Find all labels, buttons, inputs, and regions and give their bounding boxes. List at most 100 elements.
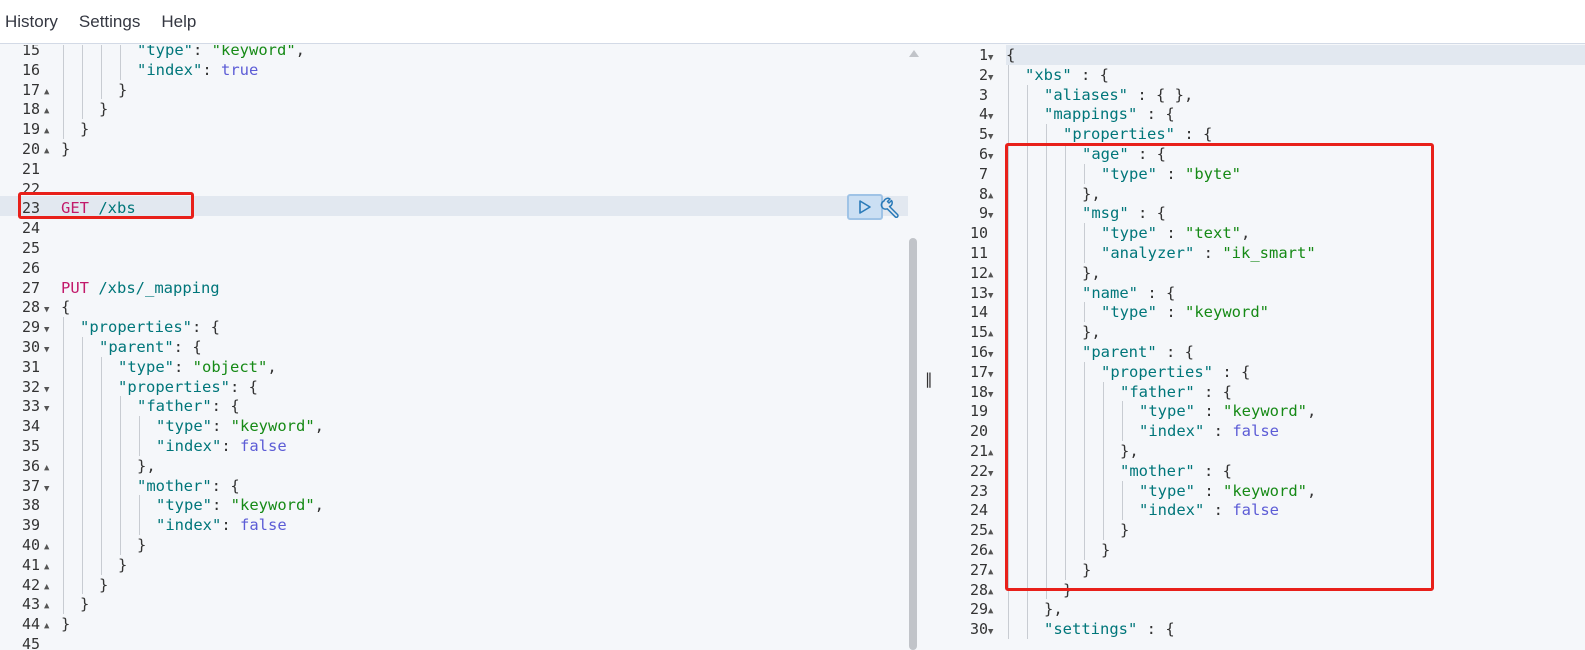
line-number: 26 (969, 541, 988, 559)
code-token: /xbs/_mapping (98, 278, 220, 297)
code-token: }, (137, 456, 156, 475)
code-text: { (1006, 45, 1015, 65)
indent-guide (139, 436, 140, 456)
line-number: 21 (969, 442, 988, 460)
indent-guide (82, 59, 83, 80)
indent-guide (82, 574, 83, 595)
code-token: : { (211, 476, 240, 495)
indent-guide (63, 119, 64, 139)
code-line: 5 ▼ "properties" : { (948, 124, 1585, 144)
code-token: : { (1071, 65, 1109, 84)
indent-guide (82, 515, 83, 535)
code-token: "keyword" (230, 496, 315, 515)
code-token: false (240, 437, 287, 455)
indent-guide (82, 356, 83, 377)
indent-guide (82, 455, 83, 476)
scroll-up-arrow-icon[interactable] (909, 50, 919, 57)
line-number: 29 (21, 318, 40, 337)
code-token: } (61, 140, 71, 158)
line-number: 6 (978, 145, 988, 163)
line-number: 30 (21, 338, 40, 356)
code-token: , (314, 496, 325, 515)
indent-guide (63, 317, 64, 337)
indent-guide (101, 475, 102, 496)
highlight-box-response (1005, 143, 1434, 591)
line-number: 25 (969, 521, 988, 540)
line-number: 20 (21, 140, 40, 158)
resize-handle-icon[interactable]: ‖ (925, 370, 933, 388)
code-token: : { (229, 377, 258, 396)
code-line: 19 ▲} (0, 119, 922, 139)
line-number: 40 (21, 536, 40, 554)
line-number: 34 (21, 417, 40, 436)
line-number: 17 (21, 80, 40, 99)
indent-guide (1008, 124, 1009, 144)
menubar: History Settings Help (0, 0, 1585, 44)
code-line: 30 ▼ "settings" : { (948, 619, 1585, 639)
request-editor[interactable]: 15 "type": "keyword", 16 "index": true 17 ▲} 1… (0, 45, 922, 650)
code-text: } (118, 80, 127, 100)
code-token: "type" (118, 357, 174, 376)
code-text: } (80, 119, 89, 139)
line-number: 3 (978, 85, 988, 104)
code-token: "properties" (80, 318, 192, 337)
line-number: 4 (978, 105, 988, 124)
code-text: } (99, 99, 108, 119)
code-line: 37 ▼ "mother": { (0, 475, 922, 496)
code-token: } (118, 555, 128, 574)
code-token: "mother" (137, 476, 212, 495)
code-line: 40 ▲} (0, 535, 922, 555)
indent-guide (1008, 84, 1009, 105)
menu-settings[interactable]: Settings (79, 12, 140, 32)
code-token: "mappings" (1044, 105, 1138, 124)
code-token: "properties" (118, 377, 230, 396)
code-line: 44 ▲} (0, 614, 922, 634)
indent-guide (82, 436, 83, 456)
indent-guide (1027, 619, 1028, 639)
code-text: "settings" : { (1044, 619, 1175, 639)
request-options-button[interactable] (878, 195, 904, 219)
code-line: 38 "type": "keyword", (0, 495, 922, 516)
indent-guide (139, 495, 140, 516)
code-token: "properties" (1063, 125, 1175, 144)
line-number: 2 (978, 65, 988, 84)
menu-history[interactable]: History (5, 12, 58, 32)
indent-guide (63, 594, 64, 615)
indent-guide (120, 535, 121, 555)
code-line: 21 (0, 159, 922, 179)
indent-guide (101, 495, 102, 516)
indent-guide (63, 376, 64, 397)
code-token: } (80, 120, 90, 139)
indent-guide (1027, 124, 1028, 144)
code-line: 28 ▼{ (0, 297, 922, 317)
code-token: : { (1137, 105, 1175, 124)
line-number: 22 (969, 461, 988, 480)
line-number: 13 (969, 283, 988, 302)
menu-help[interactable]: Help (161, 12, 196, 32)
code-line: 30 ▼ "parent": { (0, 337, 922, 357)
code-text: "xbs" : { (1025, 65, 1109, 85)
code-token: : { }, (1128, 85, 1194, 104)
line-number: 11 (969, 244, 988, 262)
code-token: "parent" (99, 338, 174, 356)
indent-guide (63, 59, 64, 80)
indent-guide (82, 475, 83, 496)
code-text: } (61, 139, 70, 159)
code-token: "index" (156, 516, 222, 535)
line-number: 27 (21, 278, 40, 297)
code-token: : (221, 437, 240, 455)
pane-divider[interactable] (922, 45, 948, 650)
code-text: "mappings" : { (1044, 104, 1175, 124)
indent-guide (82, 99, 83, 120)
indent-guide (101, 396, 102, 417)
code-token: false (240, 516, 287, 535)
indent-guide (63, 416, 64, 436)
code-text: "type": "keyword", (156, 416, 324, 436)
code-token: : { (1137, 620, 1175, 639)
scrollbar-thumb[interactable] (909, 238, 917, 650)
line-number: 37 (21, 476, 40, 495)
indent-guide (120, 475, 121, 496)
fold-down-icon[interactable]: ▼ (988, 622, 993, 642)
code-line: 32 ▼ "properties": { (0, 376, 922, 397)
code-text: "index": false (156, 436, 287, 456)
